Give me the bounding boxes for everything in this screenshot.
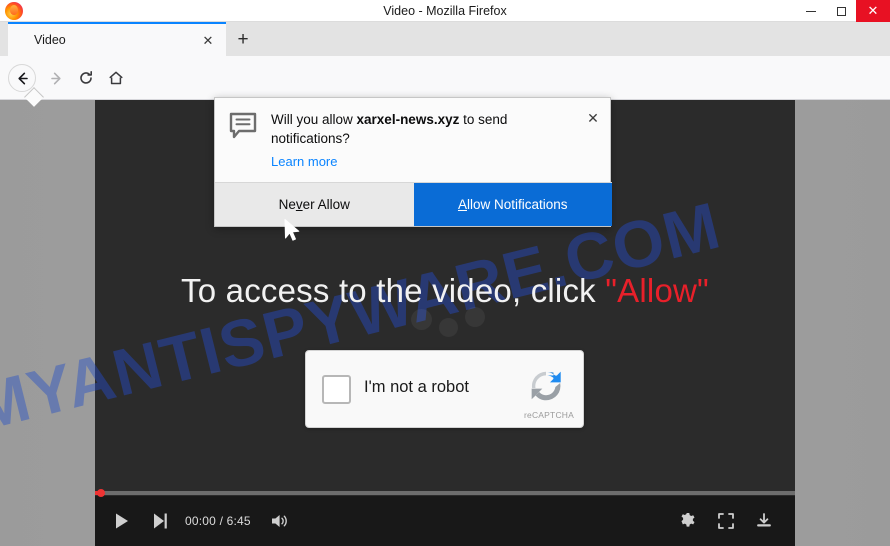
window-controls: ✕ <box>796 0 890 22</box>
mouse-cursor <box>284 219 300 241</box>
next-button[interactable] <box>141 503 179 539</box>
tab-video[interactable]: Video ✕ <box>8 22 226 56</box>
forward-button[interactable] <box>42 64 70 92</box>
home-button[interactable] <box>102 64 130 92</box>
volume-button[interactable] <box>261 503 299 539</box>
arrow-left-icon <box>17 72 28 84</box>
time-display: 00:00 / 6:45 <box>185 514 251 528</box>
headline-highlight: "Allow" <box>605 272 709 309</box>
play-icon <box>116 513 128 529</box>
minimize-button[interactable] <box>796 0 826 22</box>
download-button[interactable] <box>745 503 783 539</box>
play-button[interactable] <box>103 503 141 539</box>
loading-dot <box>465 307 485 327</box>
loading-dots <box>405 305 495 345</box>
popup-message: Will you allow xarxel-news.xyz to send n… <box>271 110 561 148</box>
popup-actions: Ne v er Allow Allow Notifications <box>215 182 612 226</box>
loading-dot <box>439 318 458 337</box>
notification-bubble-icon <box>229 112 257 139</box>
never-allow-accel: v <box>295 197 303 212</box>
arrow-right-icon <box>50 72 61 84</box>
close-window-button[interactable]: ✕ <box>856 0 890 22</box>
tab-close-icon[interactable]: ✕ <box>200 33 216 49</box>
allow-post: llow Notifications <box>466 197 568 212</box>
volume-icon <box>271 515 287 527</box>
allow-accel: A <box>457 197 467 212</box>
fullscreen-button[interactable] <box>707 503 745 539</box>
popup-message-prefix: Will you allow <box>271 112 357 127</box>
headline-text: To access to the video, click <box>181 272 606 309</box>
home-icon <box>109 71 123 85</box>
tab-label: Video <box>34 33 66 47</box>
reload-icon <box>80 71 92 84</box>
browser-window: Video - Mozilla Firefox ✕ Video ✕ + MYAN… <box>0 0 890 546</box>
notification-permission-popup: Will you allow xarxel-news.xyz to send n… <box>24 87 612 227</box>
popup-message-domain: xarxel-news.xyz <box>356 112 460 127</box>
settings-button[interactable] <box>669 503 707 539</box>
recaptcha-label: I'm not a robot <box>364 378 469 396</box>
progress-bar[interactable] <box>95 489 795 497</box>
next-track-icon <box>154 513 167 529</box>
controls-left-group: 00:00 / 6:45 <box>103 503 299 539</box>
popup-body: Will you allow xarxel-news.xyz to send n… <box>215 98 612 183</box>
title-bar: Video - Mozilla Firefox ✕ <box>0 0 890 22</box>
recaptcha-logo-icon <box>531 371 561 401</box>
download-icon <box>757 513 771 527</box>
page-headline: To access to the video, click "Allow" <box>95 272 795 310</box>
maximize-button[interactable] <box>826 0 856 22</box>
allow-notifications-button[interactable]: Allow Notifications <box>413 183 612 226</box>
controls-right-group <box>669 503 783 539</box>
learn-more-link[interactable]: Learn more <box>271 154 337 169</box>
reload-button[interactable] <box>72 64 100 92</box>
gear-icon <box>681 513 695 527</box>
loading-dot <box>411 309 432 330</box>
recaptcha-widget[interactable]: I'm not a robot reCAPTCHA <box>305 350 584 428</box>
navigation-toolbar: https://xarxel-news.xyz/44/?site=1004467… <box>0 56 890 148</box>
popup-close-icon[interactable]: ✕ <box>584 109 602 127</box>
never-allow-button[interactable]: Ne v er Allow <box>215 183 414 226</box>
fullscreen-icon <box>718 513 734 529</box>
never-allow-pre: Ne <box>278 197 296 212</box>
new-tab-button[interactable]: + <box>230 27 256 53</box>
video-controls: 00:00 / 6:45 <box>95 489 795 546</box>
tab-strip: Video ✕ + <box>0 22 890 56</box>
recaptcha-checkbox[interactable] <box>322 375 351 404</box>
window-title: Video - Mozilla Firefox <box>383 4 507 18</box>
progress-handle[interactable] <box>97 489 105 497</box>
recaptcha-brand: reCAPTCHA <box>524 410 574 420</box>
never-allow-post: er Allow <box>302 197 350 212</box>
